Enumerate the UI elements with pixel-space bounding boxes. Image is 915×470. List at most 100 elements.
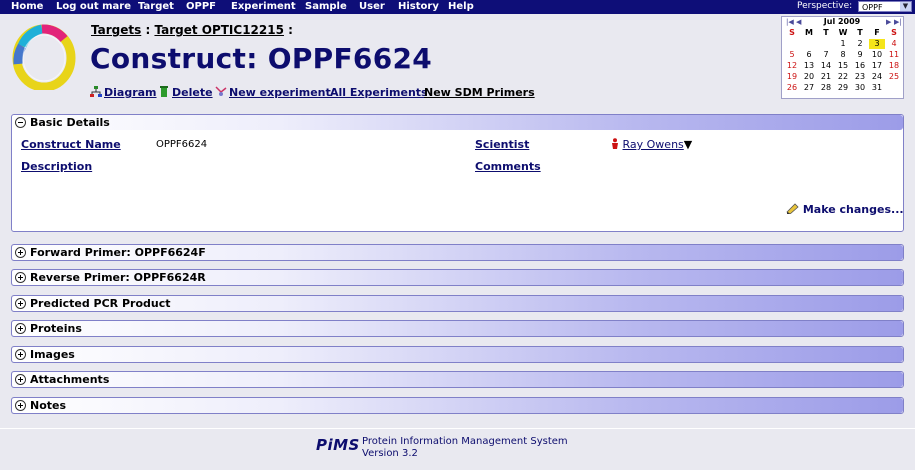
expand-icon xyxy=(15,400,26,411)
calendar-day[interactable]: 25 xyxy=(886,72,902,82)
calendar-day[interactable]: 26 xyxy=(784,83,800,93)
calendar-day[interactable]: 19 xyxy=(784,72,800,82)
calendar-day[interactable]: 2 xyxy=(852,39,868,49)
forward-primer-title: Forward Primer: OPPF6624F xyxy=(30,246,206,259)
calendar-day[interactable]: 23 xyxy=(852,72,868,82)
calendar-day[interactable]: 11 xyxy=(886,50,902,60)
menu-target[interactable]: Target xyxy=(138,0,174,13)
attachments-header[interactable]: Attachments xyxy=(12,372,903,387)
calendar-day-header: T xyxy=(857,28,863,37)
calendar-day-header: T xyxy=(823,28,829,37)
menu-history[interactable]: History xyxy=(398,0,439,13)
expand-icon xyxy=(15,298,26,309)
calendar-day[interactable]: 22 xyxy=(835,72,851,82)
scientist-menu-icon[interactable]: ▼ xyxy=(684,138,692,151)
calendar-day[interactable]: 18 xyxy=(886,61,902,71)
menu-help[interactable]: Help xyxy=(448,0,474,13)
diagram-label: Diagram xyxy=(104,86,157,99)
calendar-day[interactable]: 24 xyxy=(869,72,885,82)
calendar-day[interactable]: 15 xyxy=(835,61,851,71)
calendar-day-header: S xyxy=(789,28,795,37)
calendar-day[interactable]: 28 xyxy=(818,83,834,93)
calendar-day[interactable]: 7 xyxy=(818,50,834,60)
next-month-icon[interactable]: ▶ xyxy=(886,17,891,27)
all-experiments-link[interactable]: All Experiments xyxy=(330,86,428,99)
calendar-day[interactable]: 10 xyxy=(869,50,885,60)
menu-sample[interactable]: Sample xyxy=(305,0,347,13)
calendar-day[interactable]: 1 xyxy=(835,39,851,49)
calendar-day[interactable]: 16 xyxy=(852,61,868,71)
images-panel: Images xyxy=(11,346,904,363)
next-year-icon[interactable]: ▶| xyxy=(894,17,902,27)
breadcrumb: Targets : Target OPTIC12215 : xyxy=(91,23,293,37)
expand-icon xyxy=(15,374,26,385)
breadcrumb-separator: : xyxy=(288,23,293,37)
reverse-primer-header[interactable]: Reverse Primer: OPPF6624R xyxy=(12,270,903,285)
breadcrumb-targets[interactable]: Targets xyxy=(91,23,141,37)
menu-home[interactable]: Home xyxy=(11,0,43,13)
footer-divider xyxy=(0,428,915,429)
calendar-day-header: S xyxy=(891,28,897,37)
menu-bar: Home Log out mare Target OPPF Experiment… xyxy=(0,0,915,14)
new-experiment-link[interactable]: New experiment xyxy=(215,86,331,99)
calendar-day[interactable]: 30 xyxy=(852,83,868,93)
prev-month-icon[interactable]: ◀ xyxy=(796,17,801,27)
images-header[interactable]: Images xyxy=(12,347,903,362)
calendar-header: |◀ ◀ Jul 2009 ▶ ▶| xyxy=(782,17,903,27)
calendar-day-header: F xyxy=(874,28,880,37)
calendar-day[interactable]: 20 xyxy=(801,72,817,82)
trash-icon xyxy=(160,86,168,97)
menu-experiment[interactable]: Experiment xyxy=(231,0,296,13)
breadcrumb-target[interactable]: Target OPTIC12215 xyxy=(154,23,284,37)
predicted-pcr-header[interactable]: Predicted PCR Product xyxy=(12,296,903,311)
attachments-title: Attachments xyxy=(30,373,110,386)
images-title: Images xyxy=(30,348,75,361)
calendar-day[interactable]: 29 xyxy=(835,83,851,93)
page-title: Construct: OPPF6624 xyxy=(90,42,433,75)
calendar-day[interactable]: 6 xyxy=(801,50,817,60)
perspective-select[interactable]: OPPF ▼ xyxy=(858,1,912,12)
expand-icon xyxy=(15,272,26,283)
expand-icon xyxy=(15,247,26,258)
calendar-day[interactable]: 13 xyxy=(801,61,817,71)
forward-primer-panel: Forward Primer: OPPF6624F xyxy=(11,244,904,261)
calendar-day[interactable]: 9 xyxy=(852,50,868,60)
calendar-day[interactable]: 31 xyxy=(869,83,885,93)
diagram-link[interactable]: Diagram xyxy=(90,86,157,99)
expand-icon xyxy=(15,349,26,360)
predicted-pcr-panel: Predicted PCR Product xyxy=(11,295,904,312)
calendar-day-header: M xyxy=(805,28,813,37)
basic-details-header[interactable]: Basic Details xyxy=(12,115,903,130)
pims-logo-icon xyxy=(12,24,76,90)
proteins-header[interactable]: Proteins xyxy=(12,321,903,336)
new-sdm-primers-link[interactable]: New SDM Primers xyxy=(424,86,535,99)
menu-oppf[interactable]: OPPF xyxy=(186,0,216,13)
scientist-link[interactable]: Ray Owens xyxy=(623,138,684,151)
menu-logout[interactable]: Log out mare xyxy=(56,0,131,13)
calendar-day[interactable]: 27 xyxy=(801,83,817,93)
perspective-label: Perspective: xyxy=(797,1,853,11)
collapse-icon xyxy=(15,117,26,128)
forward-primer-header[interactable]: Forward Primer: OPPF6624F xyxy=(12,245,903,260)
construct-name-value: OPPF6624 xyxy=(156,139,208,150)
calendar-day[interactable]: 5 xyxy=(784,50,800,60)
diagram-icon xyxy=(90,86,102,97)
calendar-day[interactable]: 12 xyxy=(784,61,800,71)
calendar-widget: |◀ ◀ Jul 2009 ▶ ▶| S M T W T F S 1 2 3 4 5 6 7 8 9 10 11 1… xyxy=(781,16,904,99)
calendar-day[interactable]: 3 xyxy=(869,39,885,49)
prev-year-icon[interactable]: |◀ xyxy=(786,17,794,27)
menu-user[interactable]: User xyxy=(359,0,385,13)
calendar-day[interactable]: 14 xyxy=(818,61,834,71)
construct-name-label: Construct Name xyxy=(21,138,121,151)
notes-title: Notes xyxy=(30,399,67,412)
chevron-down-icon: ▼ xyxy=(900,2,911,11)
make-changes-link[interactable]: Make changes... xyxy=(786,203,904,216)
notes-header[interactable]: Notes xyxy=(12,398,903,413)
notes-panel: Notes xyxy=(11,397,904,414)
calendar-day[interactable]: 17 xyxy=(869,61,885,71)
basic-details-title: Basic Details xyxy=(30,116,110,129)
calendar-day[interactable]: 21 xyxy=(818,72,834,82)
delete-link[interactable]: Delete xyxy=(158,86,213,99)
calendar-day[interactable]: 8 xyxy=(835,50,851,60)
calendar-day[interactable]: 4 xyxy=(886,39,902,49)
